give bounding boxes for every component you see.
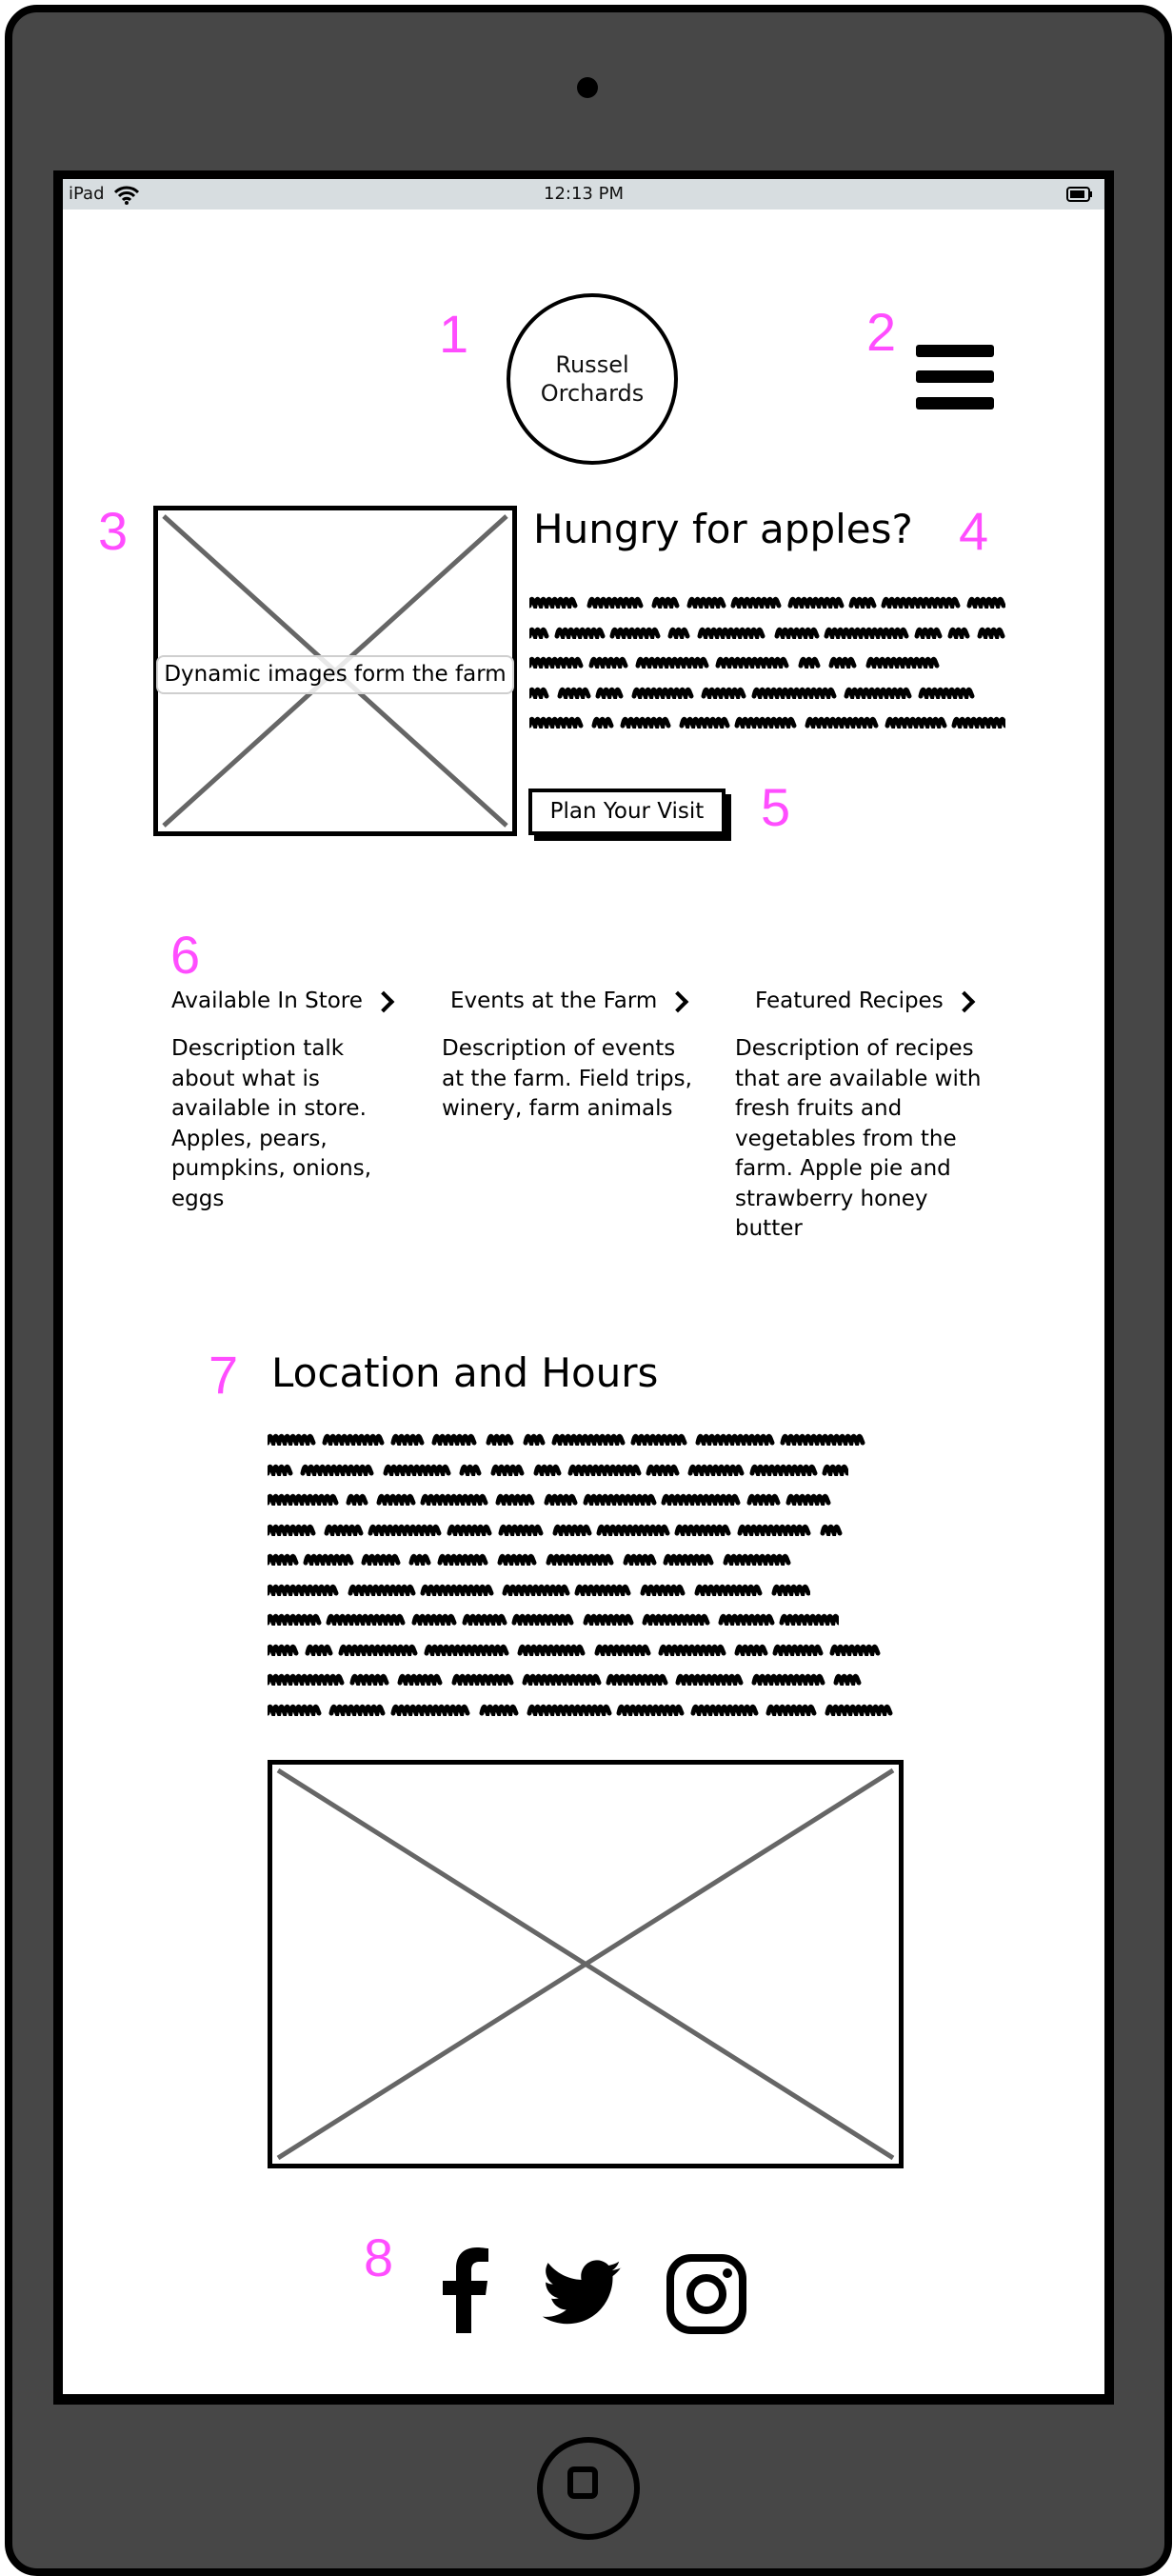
placeholder-text-line [268, 1612, 839, 1626]
hamburger-menu-icon[interactable] [916, 345, 994, 409]
annotation-6: 6 [170, 925, 201, 985]
placeholder-text-line [268, 1703, 894, 1716]
home-button-square-icon [567, 2466, 598, 2499]
feature-description: Description talk about what is available… [171, 1036, 372, 1211]
placeholder-text-line [268, 1552, 820, 1566]
instagram-icon[interactable] [666, 2254, 746, 2334]
placeholder-text-line [529, 686, 996, 699]
placeholder-text-line [268, 1432, 894, 1446]
annotation-1: 1 [439, 304, 469, 364]
placeholder-text-line [268, 1643, 882, 1656]
status-time: 12:13 PM [544, 184, 624, 204]
menu-bar [916, 345, 994, 357]
facebook-icon[interactable] [443, 2247, 488, 2333]
plan-visit-button[interactable]: Plan Your Visit [528, 789, 726, 835]
image-placeholder-icon [276, 1767, 895, 2161]
feature-link-featured-recipes[interactable]: Featured Recipes [755, 987, 976, 1015]
menu-bar [916, 397, 994, 409]
logo-line-2: Orchards [540, 380, 645, 407]
placeholder-text-line [529, 655, 953, 669]
placeholder-text-line [529, 626, 1005, 639]
logo[interactable]: Russel Orchards [507, 293, 678, 465]
battery-icon [1066, 187, 1092, 202]
feature-description: Description of events at the farm. Field… [442, 1036, 692, 1121]
status-bar: iPad 12:13 PM [63, 179, 1104, 210]
feature-title: Available In Store [171, 988, 363, 1013]
location-title: Location and Hours [271, 1349, 659, 1396]
annotation-2: 2 [866, 302, 897, 362]
map-image-placeholder [268, 1760, 904, 2168]
menu-bar [916, 370, 994, 383]
annotation-3: 3 [98, 501, 129, 561]
chevron-right-icon [372, 990, 395, 1013]
placeholder-text-line [268, 1672, 877, 1686]
placeholder-text-line [529, 715, 1005, 729]
annotation-4: 4 [959, 501, 989, 561]
placeholder-text-line [268, 1583, 810, 1596]
feature-title: Featured Recipes [755, 988, 944, 1013]
placeholder-text-line [268, 1463, 848, 1476]
annotation-5: 5 [761, 777, 791, 837]
chevron-right-icon [953, 990, 976, 1013]
front-camera-icon [577, 77, 598, 98]
annotation-7: 7 [209, 1345, 239, 1405]
twitter-icon[interactable] [542, 2260, 624, 2326]
placeholder-text-line [268, 1523, 867, 1536]
placeholder-text-line [268, 1492, 848, 1506]
annotation-8: 8 [364, 2227, 394, 2287]
screen: iPad 12:13 PM 1 2 3 4 5 6 7 8 Russel Orc… [63, 179, 1104, 2394]
placeholder-text-line [529, 595, 1005, 609]
hero-image-caption: Dynamic images form the farm [156, 655, 514, 694]
chevron-right-icon [667, 990, 689, 1013]
feature-description: Description of recipes that are availabl… [735, 1036, 982, 1241]
feature-link-events-at-the-farm[interactable]: Events at the Farm [450, 987, 689, 1015]
logo-line-1: Russel [555, 351, 629, 378]
feature-title: Events at the Farm [450, 988, 658, 1013]
hero-title: Hungry for apples? [533, 506, 913, 552]
feature-link-available-in-store[interactable]: Available In Store [171, 987, 395, 1015]
